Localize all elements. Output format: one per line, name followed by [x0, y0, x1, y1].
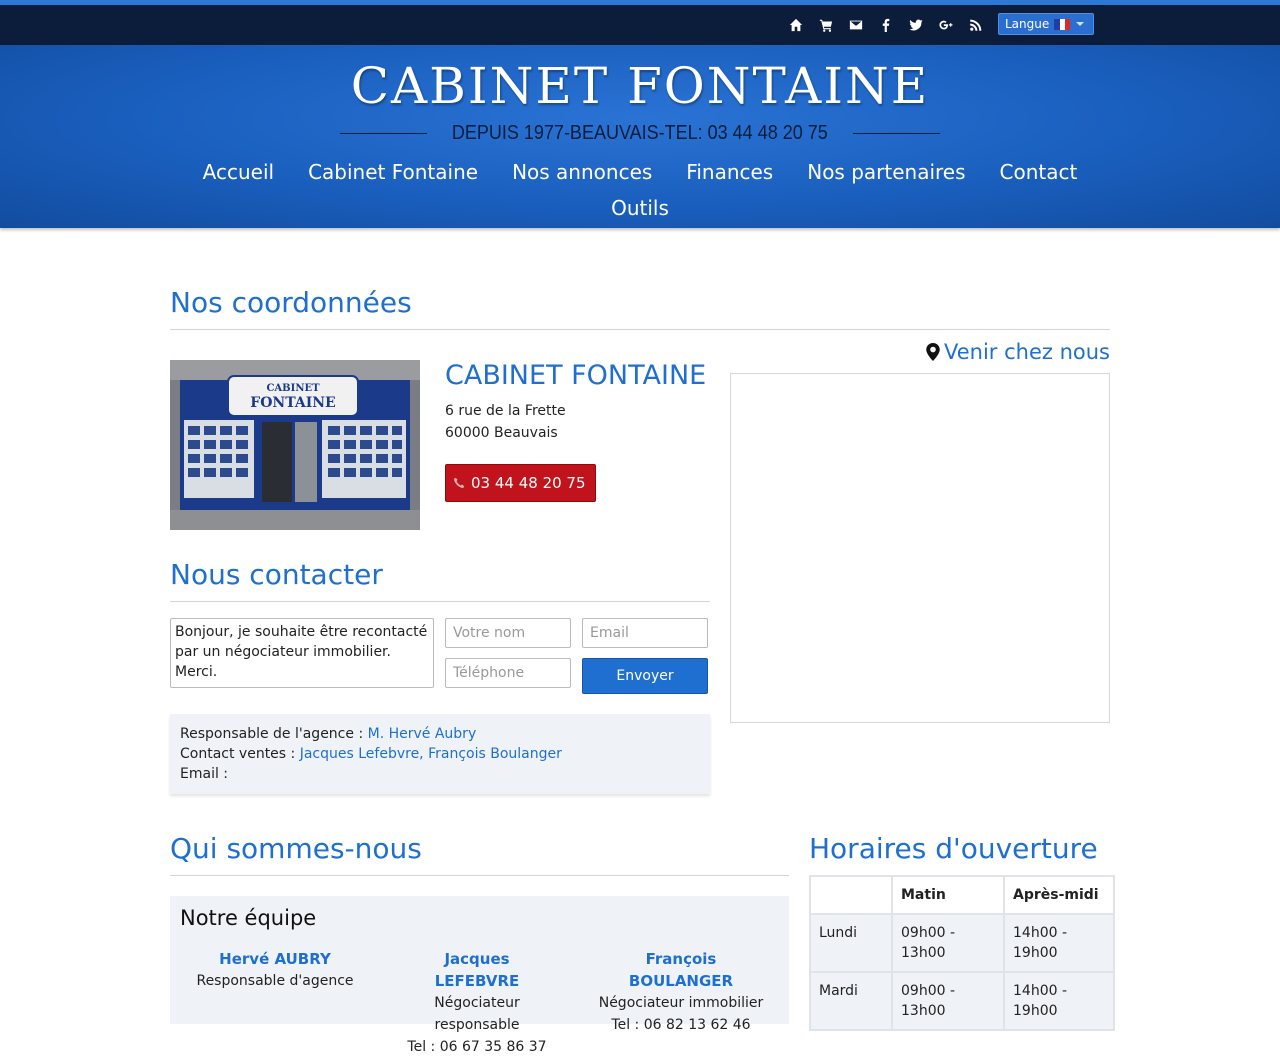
team-panel: Notre équipe Hervé AUBRY Responsable d'a… — [170, 896, 789, 1055]
tagline-rule-right — [852, 132, 941, 134]
nav-contact[interactable]: Contact — [1000, 158, 1078, 194]
tagline-rule-left — [340, 132, 428, 134]
member-tel: Tel : 06 67 35 86 37 — [407, 1039, 547, 1055]
address-city: 60000 Beauvais — [445, 425, 558, 441]
venir-chez-nous-link[interactable]: Venir chez nous — [920, 340, 1110, 364]
site-header: CABINET FONTAINE DEPUIS 1977-BEAUVAIS-TE… — [0, 45, 1280, 228]
twitter-icon[interactable] — [904, 16, 928, 34]
email-input[interactable] — [582, 618, 708, 648]
main-nav: Accueil Cabinet Fontaine Nos annonces Finan… — [0, 158, 1280, 230]
hours-matin: 09h00 - 13h00 — [891, 971, 1005, 1031]
nav-nos-partenaires[interactable]: Nos partenaires — [807, 158, 965, 194]
divider — [170, 875, 789, 876]
storefront-sign-line1: CABINET — [266, 383, 320, 394]
team-member: François BOULANGER Négociateur immobilie… — [586, 948, 776, 1036]
mail-icon[interactable] — [844, 16, 868, 34]
chevron-down-icon — [1076, 22, 1085, 26]
email-line: Email : — [180, 766, 229, 782]
map-marker-icon — [926, 343, 940, 361]
hours-row: Lundi 09h00 - 13h00 14h00 - 19h00 — [809, 913, 1115, 973]
member-name[interactable]: Jacques LEFEBVRE — [402, 948, 552, 992]
hours-matin: 09h00 - 13h00 — [891, 913, 1005, 973]
responsable-line: Responsable de l'agence : M. Hervé Aubry — [180, 724, 700, 744]
nav-accueil[interactable]: Accueil — [203, 158, 274, 194]
nav-cabinet-fontaine[interactable]: Cabinet Fontaine — [308, 158, 478, 194]
agency-contacts-panel: Responsable de l'agence : M. Hervé Aubry… — [170, 714, 710, 794]
section-title-hours: Horaires d'ouverture — [809, 832, 1098, 865]
french-flag-icon — [1054, 18, 1071, 30]
hours-day: Mardi — [809, 971, 893, 1031]
nav-outils[interactable]: Outils — [611, 194, 669, 230]
hours-header-empty — [809, 875, 893, 915]
facebook-icon[interactable] — [874, 16, 898, 34]
hours-table: Matin Après-midi Lundi 09h00 - 13h00 14h… — [809, 875, 1115, 1031]
cart-icon[interactable] — [814, 16, 838, 34]
venir-label: Venir chez nous — [944, 340, 1110, 364]
social-icons — [784, 16, 988, 34]
divider — [170, 329, 1110, 330]
site-logo-title[interactable]: CABINET FONTAINE — [0, 57, 1280, 115]
team-member: Hervé AUBRY Responsable d'agence — [175, 948, 375, 992]
language-label: Langue — [1005, 17, 1050, 31]
agency-storefront-photo: CABINET FONTAINE — [170, 360, 420, 530]
google-plus-icon[interactable] — [934, 16, 958, 34]
phone-button[interactable]: 03 44 48 20 75 — [445, 464, 596, 502]
ventes-line: Contact ventes : Jacques Lefebvre, Franç… — [180, 744, 700, 764]
hours-row: Mardi 09h00 - 13h00 14h00 - 19h00 — [809, 971, 1115, 1031]
hours-apres-midi: 14h00 - 19h00 — [1003, 971, 1115, 1031]
member-tel: Tel : 06 82 13 62 46 — [611, 1017, 751, 1033]
nav-finances[interactable]: Finances — [686, 158, 773, 194]
phone-icon — [454, 477, 465, 488]
phone-number: 03 44 48 20 75 — [471, 474, 586, 492]
tagline: DEPUIS 1977-BEAUVAIS-TEL: 03 44 48 20 75 — [340, 121, 941, 145]
hours-header-matin: Matin — [891, 875, 1005, 915]
map-frame[interactable] — [730, 373, 1110, 723]
hours-apres-midi: 14h00 - 19h00 — [1003, 913, 1115, 973]
responsable-link[interactable]: M. Hervé Aubry — [368, 726, 477, 742]
send-button[interactable]: Envoyer — [582, 658, 708, 694]
tagline-text: DEPUIS 1977-BEAUVAIS-TEL: 03 44 48 20 75 — [452, 121, 828, 144]
member-role: Négociateur immobilier — [598, 995, 764, 1011]
name-input[interactable] — [445, 618, 571, 648]
storefront-sign-line2: FONTAINE — [250, 395, 335, 411]
section-title-coordonnees: Nos coordonnées — [170, 286, 412, 319]
section-title-contact: Nous contacter — [170, 558, 383, 591]
ventes-link[interactable]: Jacques Lefebvre, François Boulanger — [300, 746, 562, 762]
top-bar: Langue — [0, 5, 1280, 45]
responsable-label: Responsable de l'agence : — [180, 726, 368, 742]
hours-day: Lundi — [809, 913, 893, 973]
ventes-label: Contact ventes : — [180, 746, 300, 762]
team-title: Notre équipe — [180, 906, 317, 930]
address-street: 6 rue de la Frette — [445, 403, 566, 419]
member-name[interactable]: François BOULANGER — [586, 948, 776, 992]
hours-header-apres-midi: Après-midi — [1003, 875, 1115, 915]
agency-name: CABINET FONTAINE — [445, 360, 707, 391]
rss-icon[interactable] — [964, 16, 988, 34]
home-icon[interactable] — [784, 16, 808, 34]
agency-address: 6 rue de la Frette 60000 Beauvais — [445, 400, 566, 444]
divider — [170, 601, 710, 602]
section-title-about: Qui sommes-nous — [170, 832, 422, 865]
language-selector[interactable]: Langue — [998, 13, 1094, 35]
phone-input[interactable] — [445, 658, 571, 688]
member-name[interactable]: Hervé AUBRY — [175, 948, 375, 970]
nav-nos-annonces[interactable]: Nos annonces — [512, 158, 652, 194]
member-role: Responsable d'agence — [196, 973, 354, 989]
message-textarea[interactable]: Bonjour, je souhaite être recontacté par… — [170, 618, 434, 688]
team-member: Jacques LEFEBVRE Négociateur responsable… — [402, 948, 552, 1058]
member-role: Négociateur responsable — [434, 995, 520, 1033]
